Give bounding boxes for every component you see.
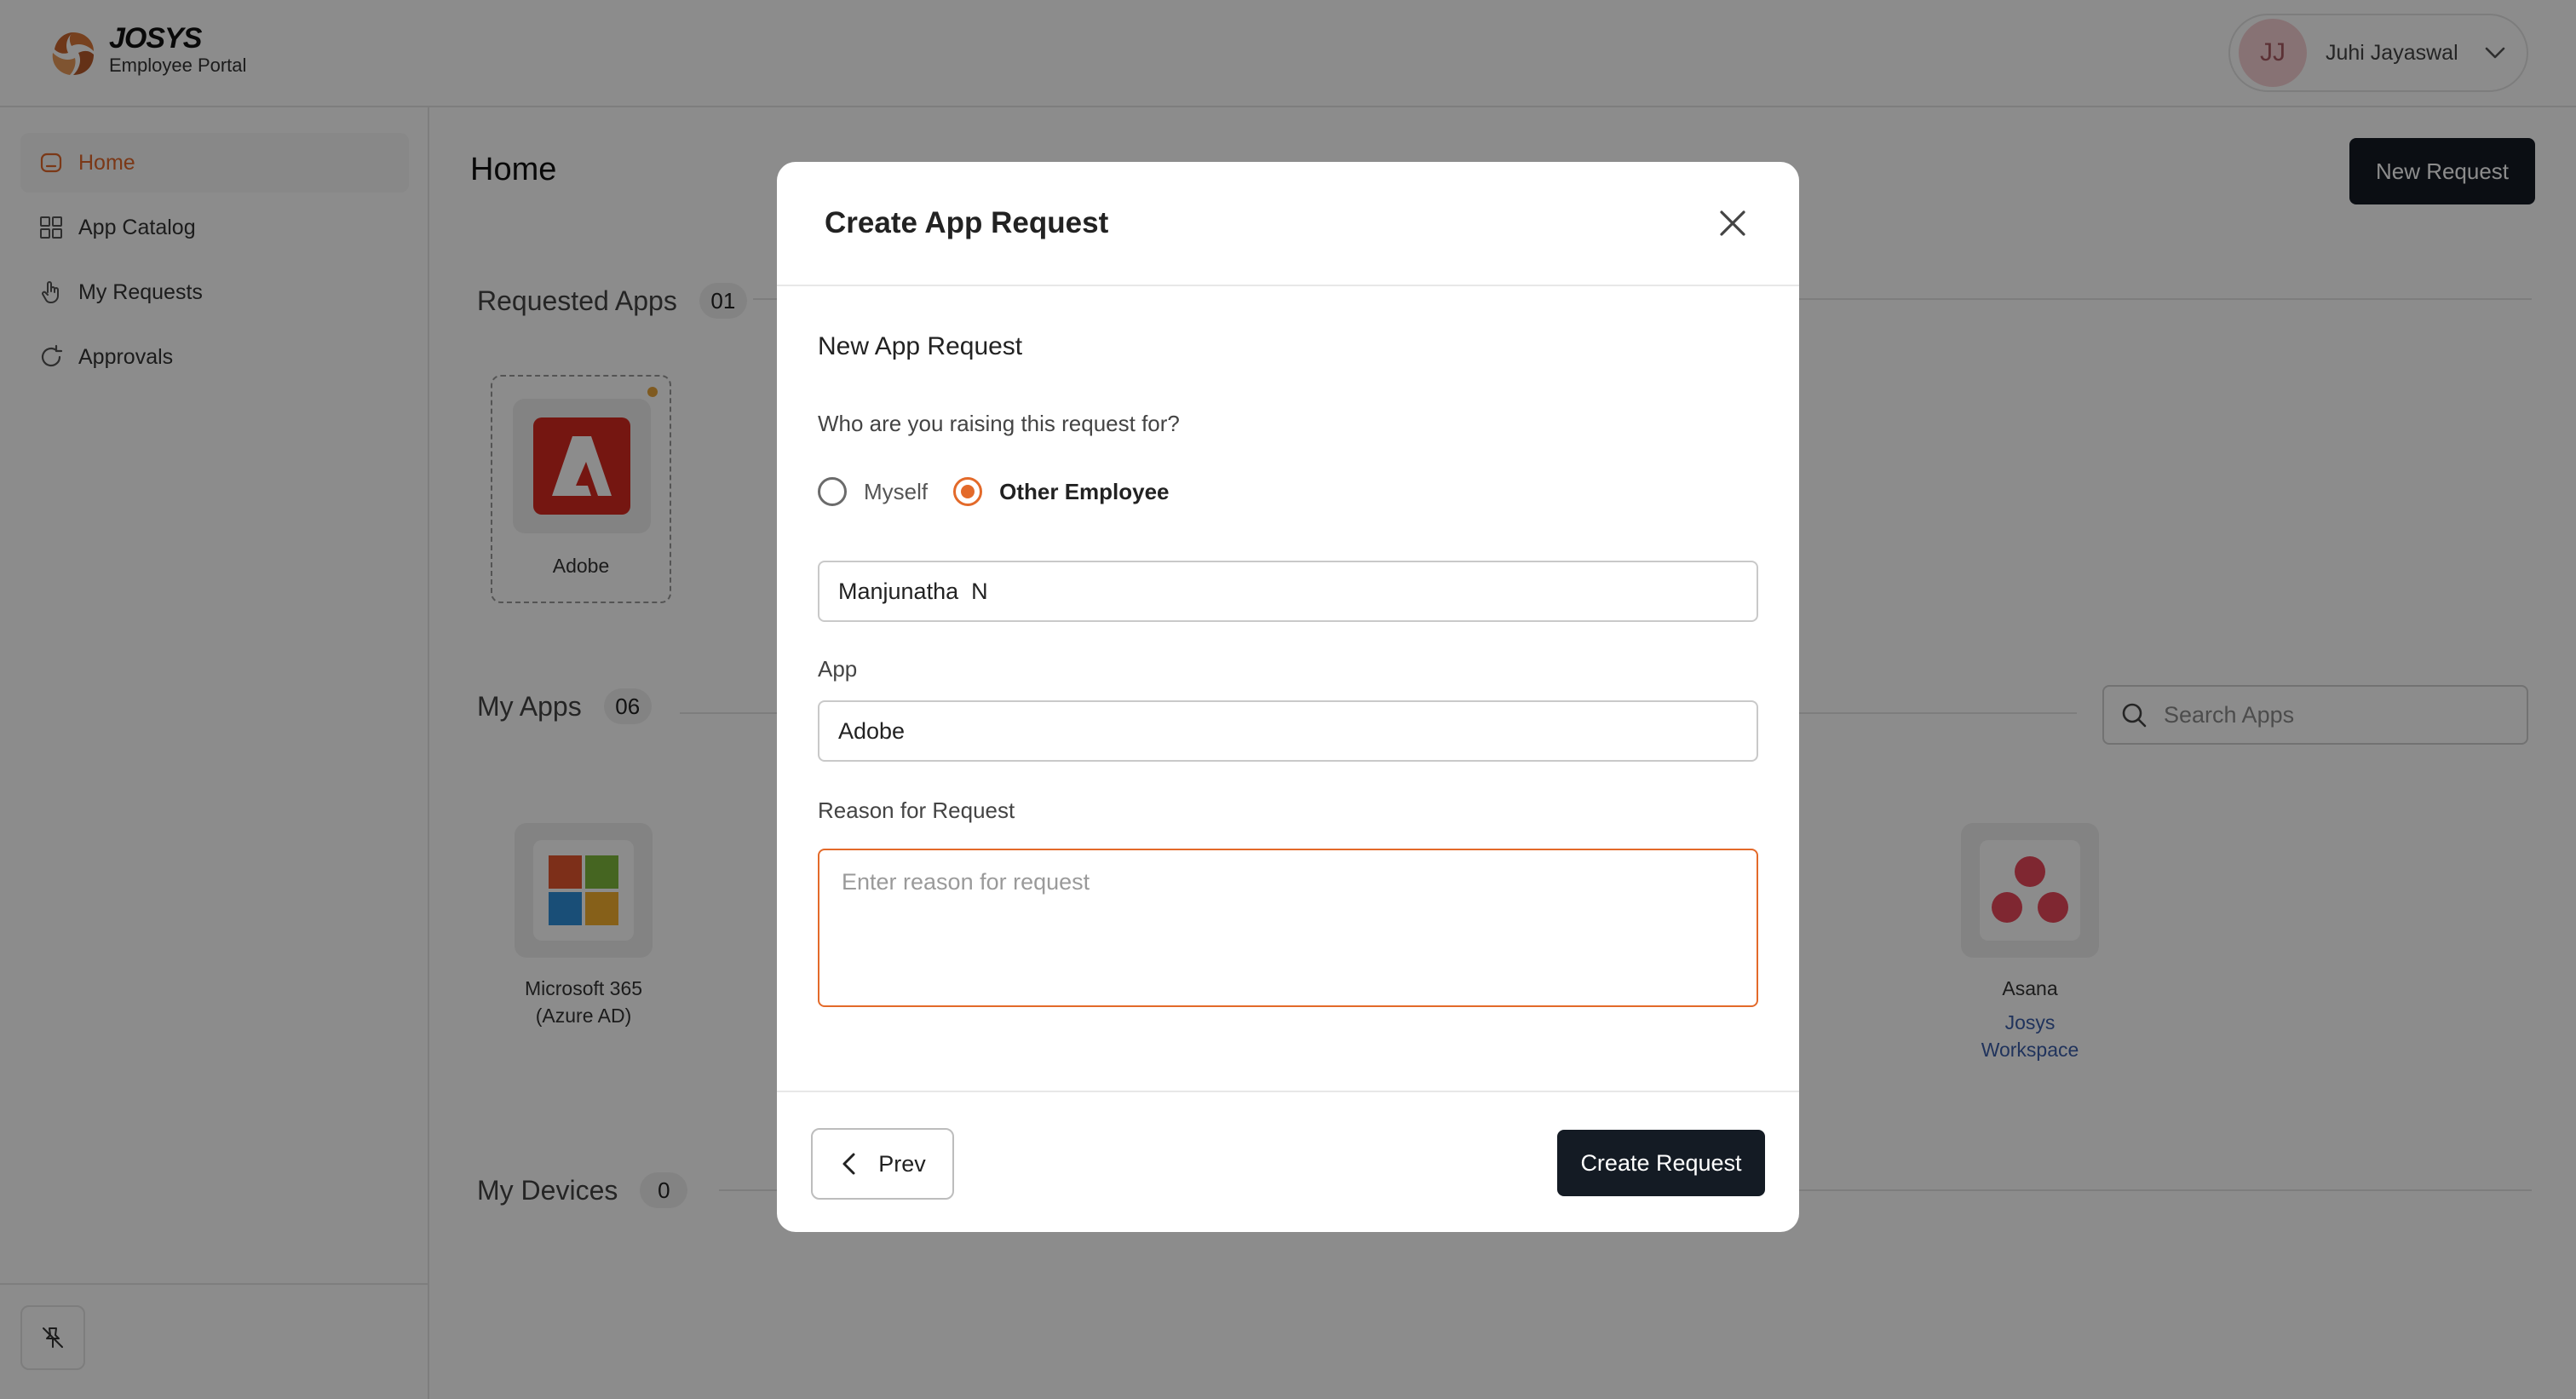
- create-app-request-dialog: Create App Request New App Request Who a…: [777, 162, 1799, 1232]
- create-request-button[interactable]: Create Request: [1557, 1130, 1765, 1196]
- app-field[interactable]: Adobe: [818, 700, 1758, 762]
- close-icon[interactable]: [1716, 206, 1750, 240]
- app-value: Adobe: [838, 717, 906, 744]
- radio-label[interactable]: Other Employee: [999, 479, 1169, 505]
- form-subtitle: New App Request: [818, 332, 1023, 360]
- request-for-radio-group: Myself Other Employee: [818, 477, 1170, 506]
- reason-textarea[interactable]: Enter reason for request: [818, 849, 1758, 1007]
- reason-placeholder: Enter reason for request: [842, 869, 1090, 895]
- employee-field[interactable]: Manjunatha N: [818, 561, 1758, 622]
- reason-field-label: Reason for Request: [818, 797, 1015, 823]
- radio-label[interactable]: Myself: [864, 479, 928, 505]
- chevron-left-icon: [842, 1153, 855, 1175]
- app-field-label: App: [818, 656, 858, 682]
- radio-other-employee[interactable]: [953, 477, 983, 506]
- divider: [777, 1091, 1799, 1092]
- request-for-question: Who are you raising this request for?: [818, 411, 1180, 436]
- radio-myself[interactable]: [818, 477, 847, 506]
- dialog-header: Create App Request: [777, 162, 1799, 286]
- prev-label: Prev: [878, 1150, 926, 1177]
- dialog-title: Create App Request: [825, 206, 1109, 239]
- prev-button[interactable]: Prev: [811, 1128, 954, 1200]
- employee-value: Manjunatha N: [838, 578, 988, 604]
